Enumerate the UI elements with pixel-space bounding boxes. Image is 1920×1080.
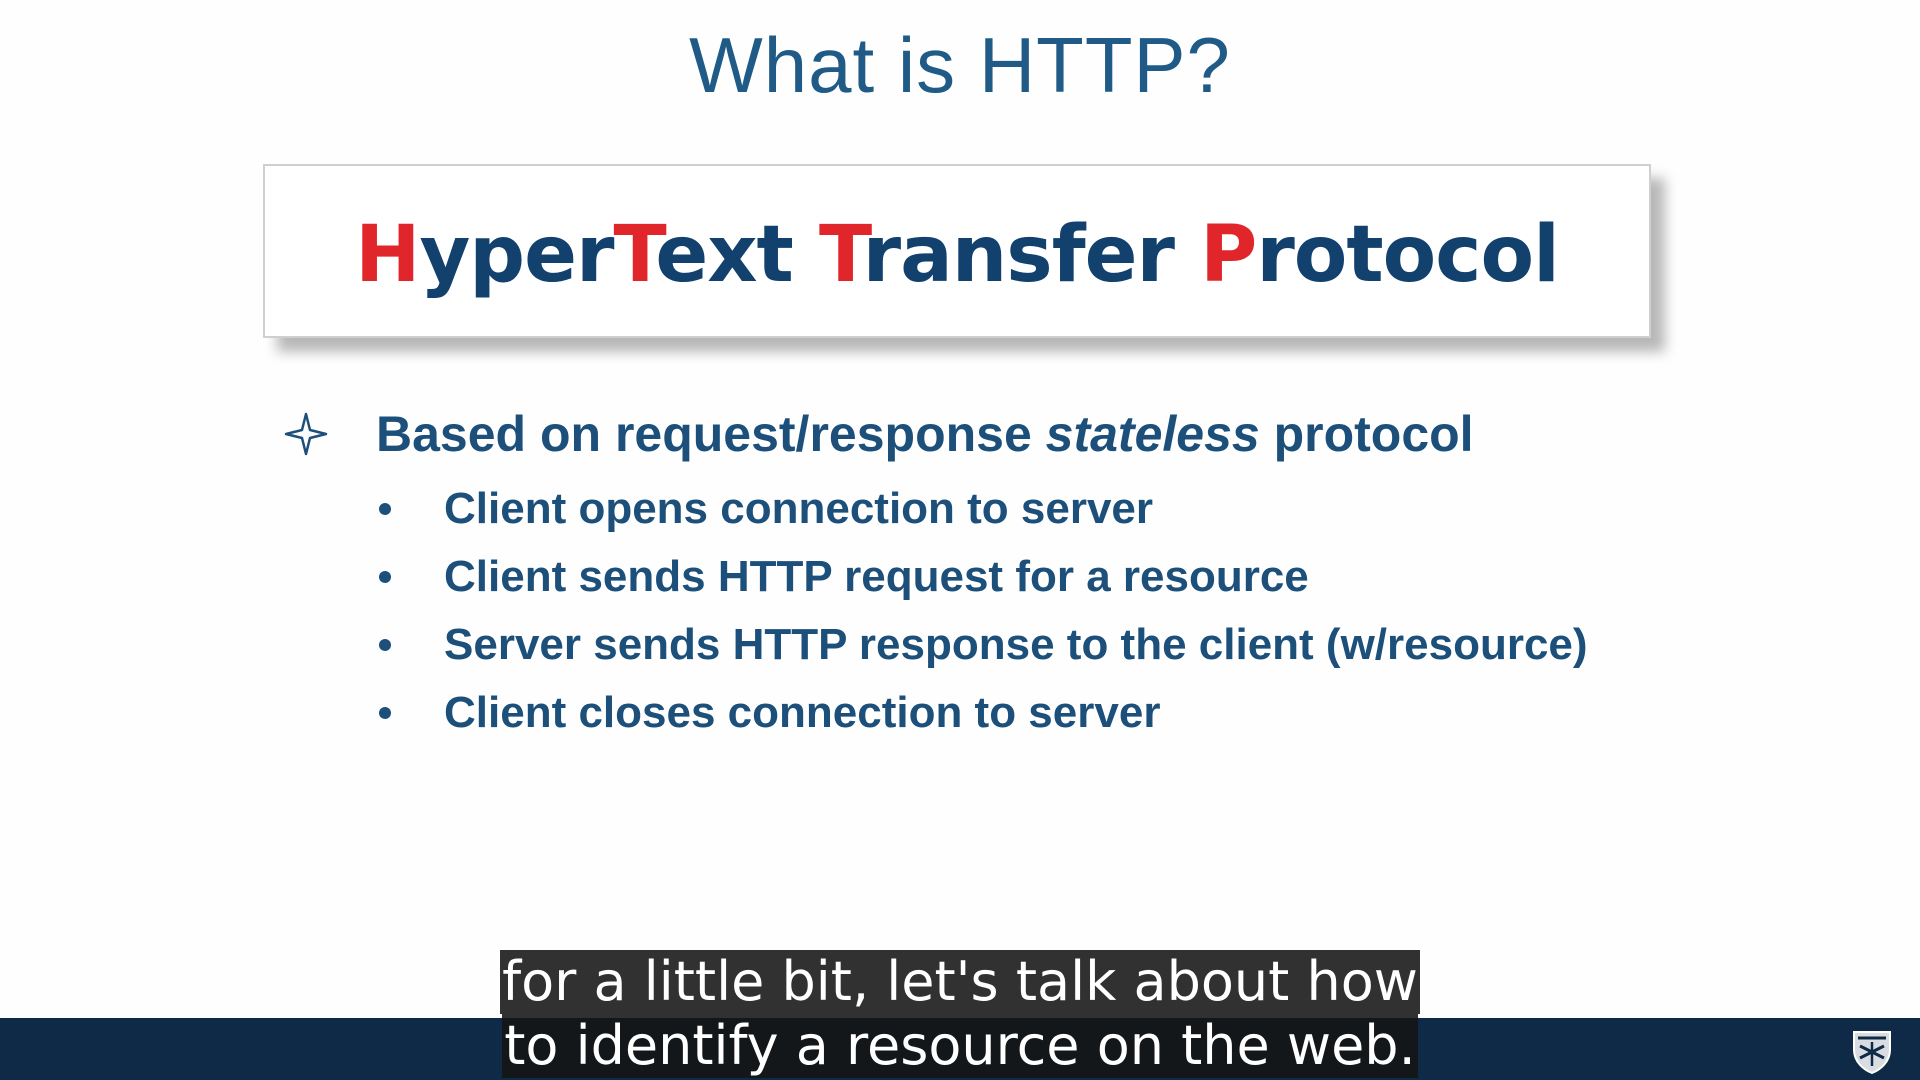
sub-bullet-text: Client opens connection to server [444,484,1154,533]
sub-bullet: Client sends HTTP request for a resource [375,543,1588,611]
acronym-part: yper [419,210,614,300]
acronym-part: ransfer [862,210,1201,300]
bullet-dot-icon [379,639,391,651]
slide: What is HTTP? HyperText Transfer Protoco… [0,0,1920,1080]
acronym-letter-p: P [1200,210,1257,300]
acronym-box: HyperText Transfer Protocol [263,164,1651,338]
sub-bullet-list: Client opens connection to server Client… [375,475,1588,747]
main-bullet-text: Based on request/response stateless prot… [376,405,1474,463]
main-bullet: Based on request/response stateless prot… [282,405,1474,463]
main-bullet-after: protocol [1259,406,1474,462]
main-bullet-before: Based on request/response [376,406,1046,462]
sub-bullet: Client closes connection to server [375,679,1588,747]
acronym-letter-t2: T [819,210,864,300]
four-point-star-icon [284,412,328,456]
sub-bullet-text: Client closes connection to server [444,688,1161,737]
caption-overlay: for a little bit, let's talk about how t… [0,950,1920,1078]
sub-bullet: Server sends HTTP response to the client… [375,611,1588,679]
main-bullet-emphasis: stateless [1045,406,1260,462]
sub-bullet-text: Client sends HTTP request for a resource [444,552,1309,601]
bullet-dot-icon [379,571,391,583]
acronym-letter-t: T [613,210,656,300]
acronym-part: rotocol [1256,210,1559,300]
acronym-text: HyperText Transfer Protocol [355,202,1560,300]
sub-bullet: Client opens connection to server [375,475,1588,543]
caption-line-2: to identify a resource on the web. [502,1014,1418,1078]
acronym-part: ext [655,210,819,300]
acronym-letter-h: H [355,210,420,300]
bullet-dot-icon [379,707,391,719]
caption-line-1: for a little bit, let's talk about how [500,950,1420,1014]
bullet-dot-icon [379,503,391,515]
slide-title: What is HTTP? [689,21,1231,109]
sub-bullet-text: Server sends HTTP response to the client… [444,620,1588,669]
